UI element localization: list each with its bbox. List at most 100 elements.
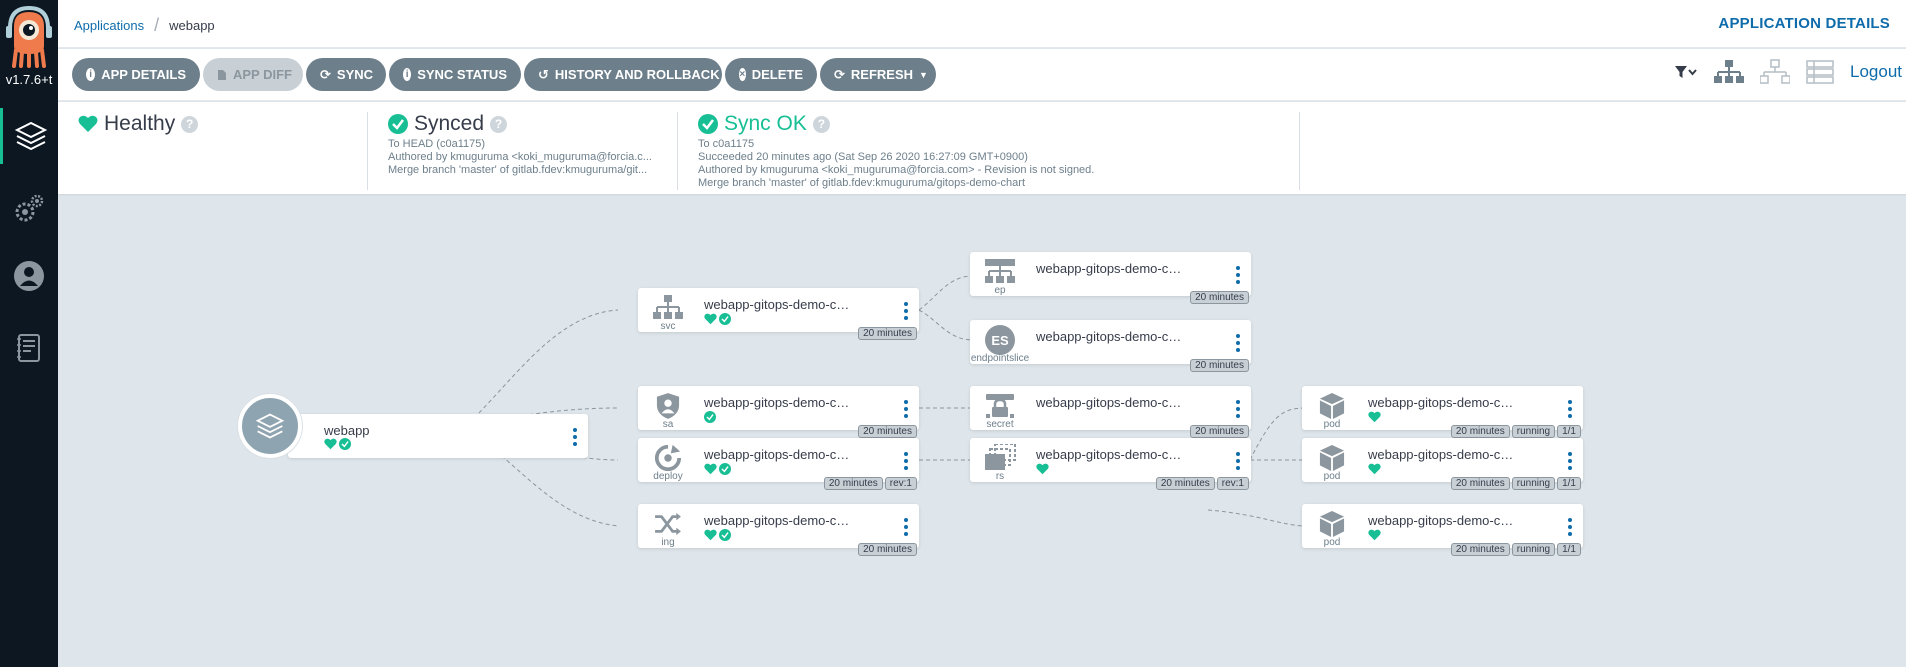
heart-icon [324,438,337,450]
deployment-icon [650,443,686,473]
node-name: webapp-gitops-demo-chart-68... [1036,447,1186,462]
resource-node-secret[interactable]: secret webapp-gitops-demo-chart-tok... 2… [970,386,1251,438]
node-kind: pod [1323,419,1341,430]
node-kind: sa [662,419,674,430]
sync-label: Synced [414,112,485,135]
node-name: webapp-gitops-demo-chart-68... [1368,395,1518,410]
age-tag: 20 minutes [823,477,883,490]
node-menu-button[interactable] [1236,452,1240,470]
toolbar: i APP DETAILS APP DIFF ⟳ SYNC i SYNC STA… [58,49,1906,101]
help-icon[interactable]: ? [812,115,830,133]
times-circle-icon: × [739,68,746,81]
node-menu-button[interactable] [904,518,908,536]
node-kind: secret [986,419,1014,430]
node-kind: deploy [653,471,683,482]
node-menu-button[interactable] [1236,334,1240,352]
resource-node-pod[interactable]: pod webapp-gitops-demo-chart-68... 20 mi… [1302,504,1583,556]
layers-icon [255,413,285,439]
app-diff-button[interactable]: APP DIFF [203,58,303,91]
sync-button[interactable]: ⟳ SYNC [306,58,386,91]
layers-icon [14,121,47,151]
node-name: webapp-gitops-demo-chart-zh... [1036,329,1186,344]
breadcrumb-current: webapp [169,18,215,33]
app-root-node[interactable]: webapp [238,394,588,458]
delete-button[interactable]: × DELETE [725,58,817,91]
resource-node-pod[interactable]: pod webapp-gitops-demo-chart-68... 20 mi… [1302,438,1583,490]
page-title: APPLICATION DETAILS [1718,15,1890,32]
operation-revision[interactable]: To c0a1175 [698,138,1299,151]
age-tag: 20 minutes [1190,359,1249,372]
resource-node-deploy[interactable]: deploy webapp-gitops-demo-chart 20 minut… [638,438,919,490]
endpoints-icon [982,257,1018,287]
argo-logo[interactable] [4,5,54,70]
logout-link[interactable]: Logout [1850,62,1902,82]
node-menu-button[interactable] [1568,518,1572,536]
node-menu-button[interactable] [1568,452,1572,470]
network-view-button[interactable] [1760,59,1790,85]
app-details-button[interactable]: i APP DETAILS [72,58,200,91]
age-tag: 20 minutes [1450,477,1510,490]
resource-node-sa[interactable]: sa webapp-gitops-demo-chart 20 minutes [638,386,919,438]
node-menu-button[interactable] [1568,400,1572,418]
operation-label: Sync OK [724,112,807,135]
age-tag: 20 minutes [1190,291,1249,304]
history-and-rollback-button[interactable]: ↺ HISTORY AND ROLLBACK [524,58,722,91]
top-bar: Applications / webapp APPLICATION DETAIL… [58,0,1906,48]
node-menu-button[interactable] [904,302,908,320]
service-icon [650,293,686,323]
node-name: webapp-gitops-demo-chart [704,447,854,462]
gear-icon [15,194,44,222]
sidebar-item-applications[interactable] [0,108,58,164]
help-icon[interactable]: ? [490,115,508,133]
heart-icon [704,529,717,541]
list-icon [1806,60,1834,84]
node-name: webapp-gitops-demo-chart-68... [1368,447,1518,462]
edge [473,309,619,419]
breadcrumb-applications-link[interactable]: Applications [74,18,144,33]
check-circle-icon [339,438,351,450]
node-menu-button[interactable] [904,452,908,470]
info-icon: i [403,68,412,81]
age-tag: 20 minutes [1450,543,1510,556]
resource-node-ep[interactable]: ep webapp-gitops-demo-chart 20 minutes [970,252,1251,304]
check-circle-icon [704,411,716,423]
docs-icon [17,334,40,362]
ready-tag: 1/1 [1557,425,1581,438]
list-view-button[interactable] [1806,60,1834,84]
sidebar-item-user[interactable] [0,248,58,304]
age-tag: 20 minutes [858,425,917,438]
sync-status-button[interactable]: i SYNC STATUS [389,58,521,91]
resource-node-pod[interactable]: pod webapp-gitops-demo-chart-68... 20 mi… [1302,386,1583,438]
node-menu-button[interactable] [573,428,577,446]
resource-node-svc[interactable]: svc webapp-gitops-demo-chart 20 minutes [638,288,919,340]
node-name: webapp-gitops-demo-chart [704,297,854,312]
phase-tag: running [1511,425,1556,438]
check-circle-icon [719,313,731,325]
resource-node-endpointslice[interactable]: ES endpointslice webapp-gitops-demo-char… [970,320,1251,372]
age-tag: 20 minutes [858,327,917,340]
caret-down-icon: ▼ [919,69,928,80]
heart-icon [704,313,717,325]
node-menu-button[interactable] [1236,266,1240,284]
filter-icon [1675,66,1697,78]
node-name: webapp-gitops-demo-chart-68... [1368,513,1518,528]
node-kind: ep [994,285,1006,296]
sync-revision[interactable]: To HEAD (c0a1175) [388,138,658,151]
sidebar-item-settings[interactable] [0,180,58,236]
node-menu-button[interactable] [1236,400,1240,418]
node-kind: endpointslice [970,353,1030,364]
heart-icon [1036,463,1049,475]
endpointslice-icon: ES [982,325,1018,355]
check-circle-icon [719,529,731,541]
refresh-button[interactable]: ⟳ REFRESH ▼ [820,58,936,91]
node-name: webapp-gitops-demo-chart [704,513,854,528]
node-kind: svc [660,321,676,332]
node-status [1036,463,1049,475]
resource-node-rs[interactable]: rs webapp-gitops-demo-chart-68... 20 min… [970,438,1251,490]
sidebar-item-docs[interactable] [0,320,58,376]
tree-view-button[interactable] [1714,59,1744,85]
resource-node-ing[interactable]: ing webapp-gitops-demo-chart 20 minutes [638,504,919,556]
help-icon[interactable]: ? [181,115,199,133]
filter-dropdown[interactable] [1674,64,1698,80]
node-menu-button[interactable] [904,400,908,418]
